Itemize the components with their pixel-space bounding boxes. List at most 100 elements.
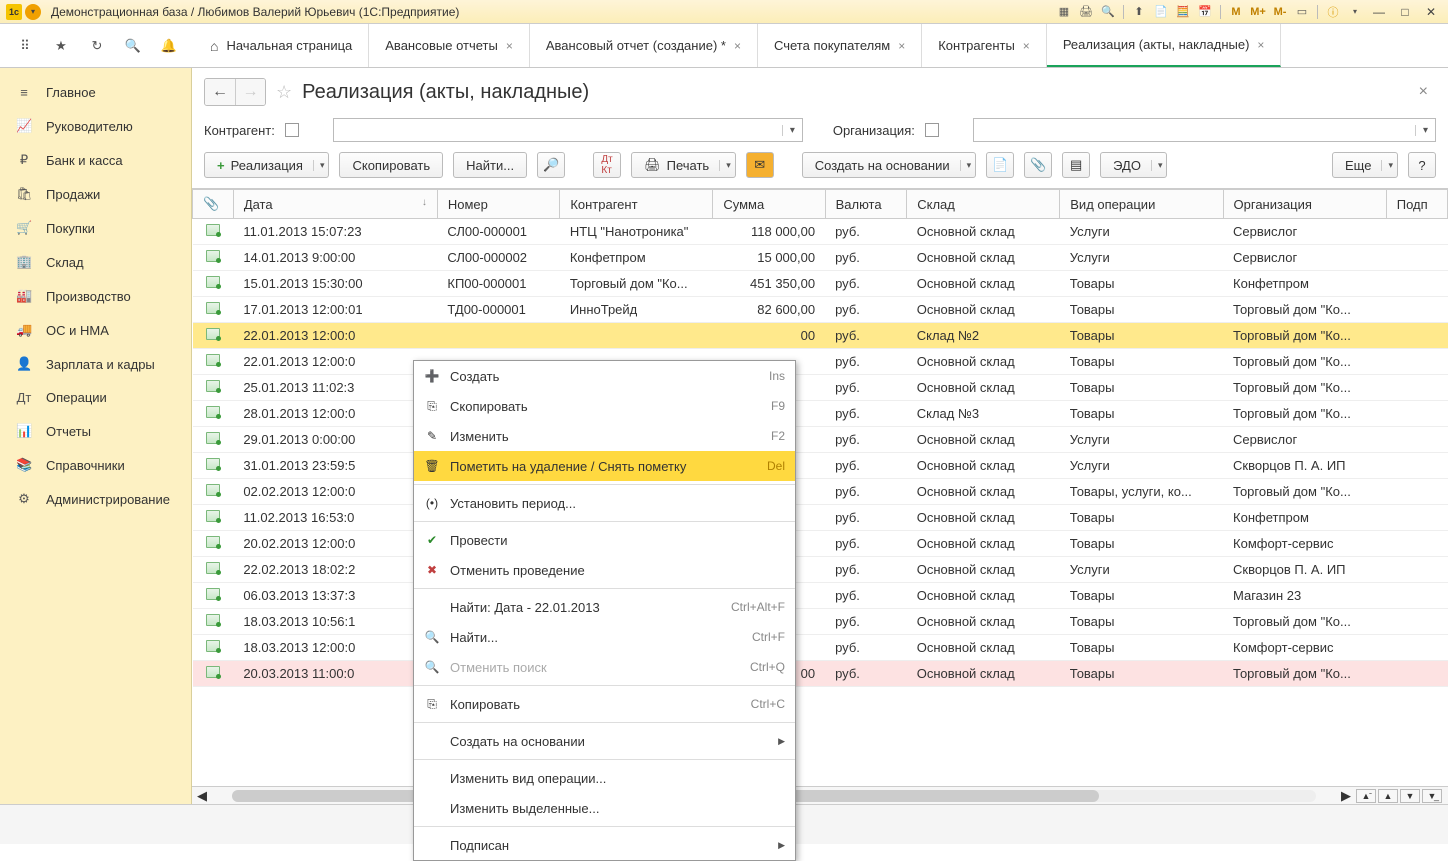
org-filter-combo[interactable]: ▾ — [973, 118, 1436, 142]
dtkt-button[interactable]: ДтКт — [593, 152, 621, 178]
sidebar-item-12[interactable]: ⚙Администрирование — [0, 482, 191, 516]
col-warehouse[interactable]: Склад — [907, 190, 1060, 219]
col-contragent[interactable]: Контрагент — [560, 190, 713, 219]
table-row[interactable]: 02.02.2013 12:00:0 руб. Основной склад Т… — [193, 479, 1448, 505]
window-minimize-button[interactable]: — — [1368, 5, 1390, 19]
menu-item[interactable]: ➕СоздатьIns — [414, 361, 795, 391]
row-first-button[interactable]: ▲̄ — [1356, 789, 1376, 803]
tb-up-icon[interactable]: ⬆ — [1130, 4, 1148, 20]
sidebar-item-5[interactable]: 🏢Склад — [0, 245, 191, 279]
favorites-star-icon[interactable]: ★ — [52, 37, 70, 55]
tab-close-icon[interactable]: × — [1023, 39, 1030, 53]
sidebar-item-11[interactable]: 📚Справочники — [0, 448, 191, 482]
notifications-bell-icon[interactable]: 🔔 — [160, 37, 178, 55]
menu-item[interactable]: 🗑Пометить на удаление / Снять пометкуDel — [414, 451, 795, 481]
menu-item[interactable]: (•)Установить период... — [414, 488, 795, 518]
tab-home[interactable]: ⌂Начальная страница — [194, 24, 369, 67]
tb-calc-icon[interactable]: 🧮 — [1174, 4, 1192, 20]
email-button[interactable]: ✉ — [746, 152, 774, 178]
copy-button[interactable]: Скопировать — [339, 152, 443, 178]
attach-button[interactable]: 📎 — [1024, 152, 1052, 178]
tb-print-icon[interactable]: 🖨 — [1077, 4, 1095, 20]
col-optype[interactable]: Вид операции — [1060, 190, 1223, 219]
scroll-left-button[interactable]: ◀ — [192, 788, 212, 804]
tb-info-icon[interactable]: ⓘ — [1324, 4, 1342, 20]
table-row[interactable]: 18.03.2013 10:56:1 руб. Основной склад Т… — [193, 609, 1448, 635]
tab-close-icon[interactable]: × — [734, 39, 741, 53]
scroll-right-button[interactable]: ▶ — [1336, 788, 1356, 804]
table-row[interactable]: 20.03.2013 11:00:0 00 руб. Основной скла… — [193, 661, 1448, 687]
col-attach[interactable]: 📎 — [193, 190, 234, 219]
menu-item[interactable]: Создать на основании — [414, 726, 795, 756]
col-currency[interactable]: Валюта — [825, 190, 907, 219]
col-date[interactable]: Дата — [233, 190, 437, 219]
tab-close-icon[interactable]: × — [898, 39, 905, 53]
favorite-star-icon[interactable]: ☆ — [276, 82, 292, 103]
tb-m-button[interactable]: M — [1227, 4, 1245, 20]
nav-back-button[interactable]: ← — [205, 79, 235, 105]
table-row[interactable]: 31.01.2013 23:59:5 руб. Основной склад У… — [193, 453, 1448, 479]
sidebar-item-1[interactable]: 📈Руководителю — [0, 109, 191, 143]
tb-preview-icon[interactable]: 🔍 — [1099, 4, 1117, 20]
list-button[interactable]: ▤ — [1062, 152, 1090, 178]
tab-sales[interactable]: Реализация (акты, накладные)× — [1047, 24, 1282, 67]
sidebar-item-8[interactable]: 👤Зарплата и кадры — [0, 347, 191, 381]
table-row[interactable]: 22.01.2013 12:00:0 00 руб. Склад №2 Това… — [193, 323, 1448, 349]
table-row[interactable]: 22.02.2013 18:02:2 руб. Основной склад У… — [193, 557, 1448, 583]
sidebar-item-2[interactable]: ₽Банк и касса — [0, 143, 191, 177]
table-row[interactable]: 25.01.2013 11:02:3 руб. Основной склад Т… — [193, 375, 1448, 401]
window-maximize-button[interactable]: □ — [1394, 5, 1416, 19]
cancel-search-button[interactable]: 🔎 — [537, 152, 565, 178]
table-row[interactable]: 06.03.2013 13:37:3 руб. Основной склад Т… — [193, 583, 1448, 609]
row-down-button[interactable]: ▼ — [1400, 789, 1420, 803]
menu-item[interactable]: ✔Провести — [414, 525, 795, 555]
tb-mminus-button[interactable]: M- — [1271, 4, 1289, 20]
col-sum[interactable]: Сумма — [713, 190, 825, 219]
table-row[interactable]: 28.01.2013 12:00:0 руб. Склад №3 Товары … — [193, 401, 1448, 427]
find-button[interactable]: Найти... — [453, 152, 527, 178]
sidebar-item-6[interactable]: 🏭Производство — [0, 279, 191, 313]
col-number[interactable]: Номер — [437, 190, 559, 219]
row-up-button[interactable]: ▲ — [1378, 789, 1398, 803]
search-icon[interactable]: 🔍 — [124, 37, 142, 55]
sidebar-item-4[interactable]: 🛒Покупки — [0, 211, 191, 245]
tab-close-icon[interactable]: × — [506, 39, 513, 53]
table-row[interactable]: 11.01.2013 15:07:23 СЛ00-000001 НТЦ "Нан… — [193, 219, 1448, 245]
row-last-button[interactable]: ▼̲ — [1422, 789, 1442, 803]
table-row[interactable]: 11.02.2013 16:53:0 руб. Основной склад Т… — [193, 505, 1448, 531]
window-close-button[interactable]: ✕ — [1420, 5, 1442, 19]
table-row[interactable]: 15.01.2013 15:30:00 КП00-000001 Торговый… — [193, 271, 1448, 297]
menu-item[interactable]: Найти: Дата - 22.01.2013Ctrl+Alt+F — [414, 592, 795, 622]
table-row[interactable]: 14.01.2013 9:00:00 СЛ00-000002 Конфетпро… — [193, 245, 1448, 271]
menu-item[interactable]: ⎘КопироватьCtrl+C — [414, 689, 795, 719]
contragent-filter-checkbox[interactable] — [285, 123, 299, 137]
menu-item[interactable]: Изменить вид операции... — [414, 763, 795, 793]
table-row[interactable]: 17.01.2013 12:00:01 ТД00-000001 ИнноТрей… — [193, 297, 1448, 323]
tab-invoices[interactable]: Счета покупателям× — [758, 24, 922, 67]
sidebar-item-0[interactable]: ≡Главное — [0, 76, 191, 109]
create-button[interactable]: +Реализация▾ — [204, 152, 329, 178]
print-button[interactable]: 🖨Печать▾ — [631, 152, 736, 178]
nav-forward-button[interactable]: → — [235, 79, 265, 105]
tb-doc-icon[interactable]: 📄 — [1152, 4, 1170, 20]
page-close-button[interactable]: × — [1419, 83, 1436, 101]
help-button[interactable]: ? — [1408, 152, 1436, 178]
menu-item[interactable]: ✎ИзменитьF2 — [414, 421, 795, 451]
app-menu-dropdown[interactable]: ▾ — [25, 4, 41, 20]
edo-button[interactable]: ЭДО▾ — [1100, 152, 1167, 178]
table-row[interactable]: 20.02.2013 12:00:0 руб. Основной склад Т… — [193, 531, 1448, 557]
menu-item[interactable]: Изменить выделенные... — [414, 793, 795, 823]
tab-close-icon[interactable]: × — [1257, 38, 1264, 52]
table-row[interactable]: 18.03.2013 12:00:0 руб. Основной склад Т… — [193, 635, 1448, 661]
tb-mplus-button[interactable]: M+ — [1249, 4, 1267, 20]
menu-item[interactable]: Подписан — [414, 830, 795, 860]
org-filter-checkbox[interactable] — [925, 123, 939, 137]
table-row[interactable]: 29.01.2013 0:00:00 руб. Основной склад У… — [193, 427, 1448, 453]
create-on-basis-button[interactable]: Создать на основании▾ — [802, 152, 976, 178]
menu-item[interactable]: ✖Отменить проведение — [414, 555, 795, 585]
col-signer[interactable]: Подп — [1386, 190, 1447, 219]
tb-icon-1[interactable]: ▦ — [1055, 4, 1073, 20]
contragent-filter-combo[interactable]: ▾ — [333, 118, 803, 142]
apps-grid-icon[interactable]: ⠿ — [16, 37, 34, 55]
tab-counterparties[interactable]: Контрагенты× — [922, 24, 1047, 67]
